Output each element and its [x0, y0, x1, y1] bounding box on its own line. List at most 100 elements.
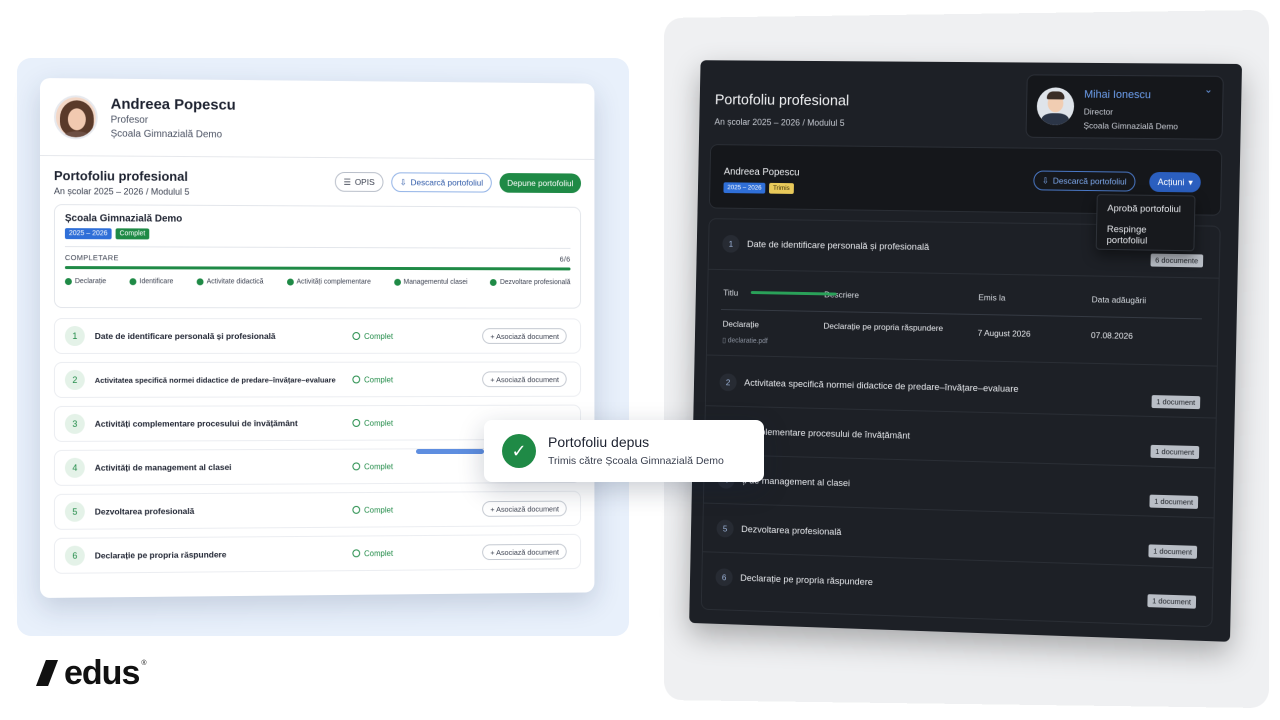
divider — [65, 246, 571, 249]
document-title[interactable]: Declarație — [723, 319, 760, 329]
section-status: Complet — [352, 549, 393, 558]
year-badge: 2025 – 2026 — [65, 228, 112, 239]
cloud-download-icon: ⇩ — [400, 177, 407, 188]
check-circle-icon — [65, 278, 72, 285]
check-circle-icon — [394, 279, 401, 286]
section-number: 3 — [65, 414, 85, 434]
actions-dropdown-button[interactable]: Acțiuni ▾ — [1150, 172, 1201, 193]
check-circle-icon — [130, 278, 137, 285]
check-item: Declarație — [65, 278, 106, 285]
submitter-name: Andreea Popescu — [724, 167, 800, 179]
section-status: Complet — [352, 462, 393, 471]
document-issued-date: 7 August 2026 — [978, 328, 1031, 339]
chevron-down-icon[interactable]: ⌄ — [1204, 85, 1213, 96]
section-status: Complet — [352, 505, 393, 514]
submitted-badges: 2025 – 2026 Trimis — [723, 182, 793, 194]
portfolio-title-row: Portofoliu profesional An școlar 2025 – … — [40, 156, 594, 205]
section-number: 2 — [719, 373, 736, 391]
document-file[interactable]: ▯ declaratie.pdf — [722, 336, 768, 345]
section-row[interactable]: 5 Dezvoltarea profesională Complet + Aso… — [54, 491, 581, 530]
download-portfolio-label: Descarcă portofoliul — [411, 177, 484, 187]
status-badge: Trimis — [769, 183, 793, 194]
check-circle-icon — [352, 332, 360, 340]
check-item: Managementul clasei — [394, 279, 468, 286]
director-portfolio-subtitle: An școlar 2025 – 2026 / Modulul 5 — [714, 117, 844, 128]
opis-button[interactable]: ☰ OPIS — [335, 172, 384, 192]
associate-document-button[interactable]: + Asociază document — [483, 328, 567, 344]
completion-value: 6/6 — [560, 255, 571, 264]
check-item: Dezvoltare profesională — [490, 279, 570, 286]
check-item: Activitate didactică — [197, 278, 264, 285]
check-circle-icon — [352, 419, 360, 427]
associate-document-button[interactable]: + Asociază document — [483, 501, 567, 517]
teacher-header: Andreea Popescu Profesor Școala Gimnazia… — [40, 78, 594, 160]
completion-progress-fill — [65, 266, 571, 270]
submit-portfolio-button[interactable]: Depune portofoliul — [500, 173, 582, 193]
column-header: Titlu — [723, 288, 738, 298]
associate-document-button[interactable]: + Asociază document — [483, 371, 567, 387]
teacher-avatar — [54, 95, 98, 139]
document-count-badge: 1 document — [1149, 495, 1198, 509]
section-status: Complet — [352, 418, 393, 427]
section-number: 6 — [65, 546, 85, 566]
completion-checklist: Declarație Identificare Activitate didac… — [65, 278, 571, 286]
document-description: Declarație pe propria răspundere — [823, 321, 943, 333]
section-row[interactable]: 6 Declarație pe propria răspundere Compl… — [54, 534, 581, 574]
section-title: Dezvoltarea profesională — [95, 505, 347, 517]
section-row[interactable]: 1 Date de identificare personală și prof… — [54, 318, 581, 354]
check-item: Identificare — [130, 278, 174, 285]
document-count-badge: 1 document — [1148, 544, 1197, 558]
document-added-date: 07.08.2026 — [1091, 330, 1133, 341]
cloud-download-icon: ⇩ — [1042, 175, 1049, 186]
download-portfolio-button[interactable]: ⇩ Descarcă portofoliul — [391, 172, 492, 192]
download-portfolio-label: Descarcă portofoliul — [1053, 176, 1127, 187]
section-title: Activități de management al clasei — [95, 462, 347, 473]
director-user-card[interactable]: Mihai Ionescu Director Școala Gimnazială… — [1025, 74, 1223, 139]
check-circle-icon — [352, 549, 360, 557]
section-title: Declarație pe propria răspundere — [740, 573, 873, 588]
associate-document-button[interactable]: + Asociază document — [483, 544, 567, 560]
completion-row: COMPLETARE 6/6 — [65, 253, 571, 263]
section-number: 4 — [65, 458, 85, 478]
check-circle-icon — [197, 278, 204, 285]
section-title: Dezvoltarea profesională — [741, 524, 841, 538]
section-row[interactable]: 2 Activitatea specifică normei didactice… — [54, 361, 581, 397]
list-icon: ☰ — [343, 176, 350, 187]
portfolio-actions: ☰ OPIS ⇩ Descarcă portofoliul Depune por… — [335, 172, 581, 193]
section-title: Activități complementare procesului de î… — [95, 418, 347, 429]
toast-message: Trimis către Școala Gimnazială Demo — [548, 455, 724, 467]
teacher-info: Andreea Popescu Profesor Școala Gimnazia… — [111, 95, 236, 140]
document-count-badge: 1 document — [1151, 395, 1200, 409]
check-circle-icon — [490, 279, 497, 286]
caret-down-icon: ▾ — [1188, 177, 1193, 188]
edus-logo: edus ® — [36, 656, 147, 690]
opis-button-label: OPIS — [355, 177, 375, 187]
teacher-school: Școala Gimnazială Demo — [111, 128, 236, 140]
section-title: Date de identificare personală și profes… — [95, 331, 347, 341]
director-sections-list: 1 Date de identificare personală și prof… — [701, 218, 1221, 627]
submission-toast: ✓ Portofoliu depus Trimis către Școala G… — [484, 420, 764, 482]
documents-table: Titlu Descriere Emis la Data adăugării D… — [707, 270, 1219, 367]
approve-portfolio-item[interactable]: Aprobă portofoliul — [1107, 203, 1184, 225]
check-circle-icon — [352, 506, 360, 514]
download-portfolio-button[interactable]: ⇩ Descarcă portofoliul — [1033, 170, 1136, 191]
column-header: Data adăugării — [1092, 294, 1147, 305]
school-summary-box: Școala Gimnazială Demo 2025 – 2026 Compl… — [54, 204, 581, 309]
section-title: Declarație pe propria răspundere — [95, 548, 347, 560]
transfer-connector-line — [416, 449, 484, 454]
section-number: 5 — [716, 520, 733, 538]
section-number: 5 — [65, 502, 85, 522]
teacher-name: Andreea Popescu — [111, 95, 236, 113]
completion-progress-bar — [65, 266, 571, 270]
check-item: Activități complementare — [287, 279, 371, 286]
year-badge: 2025 – 2026 — [723, 182, 765, 193]
section-title: Activitatea specifică normei didactice d… — [95, 375, 347, 384]
director-name: Mihai Ionescu — [1084, 89, 1151, 102]
document-count-badge: 6 documente — [1150, 254, 1203, 268]
check-icon: ✓ — [502, 434, 536, 468]
status-badge: Complet — [116, 228, 150, 239]
reject-portfolio-item[interactable]: Respinge portofoliul — [1107, 224, 1184, 246]
section-title: complementare procesului de învățământ — [743, 427, 910, 442]
check-circle-icon — [287, 279, 294, 286]
logo-wordmark: edus — [64, 656, 139, 690]
